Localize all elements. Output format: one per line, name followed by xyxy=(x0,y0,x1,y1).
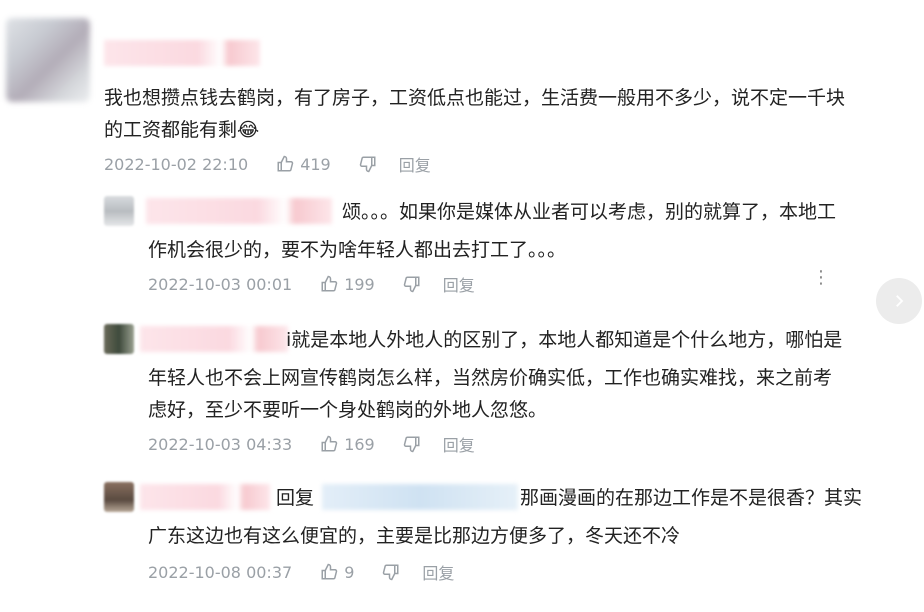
avatar[interactable] xyxy=(104,482,134,512)
thumbs-down-icon xyxy=(383,564,399,581)
comment-time: 2022-10-03 00:01 xyxy=(148,274,293,294)
avatar[interactable] xyxy=(104,324,134,354)
comment-text-line: 颂。。。如果你是媒体从业者可以考虑，别的就算了，本地工 xyxy=(342,201,837,223)
comment-time: 2022-10-02 22:10 xyxy=(104,154,249,174)
reply-target-blurred[interactable] xyxy=(322,484,518,510)
comment-time: 2022-10-08 00:37 xyxy=(148,562,293,582)
comment-meta: 2022-10-03 04:33 169 回复 xyxy=(148,432,475,456)
comment-text-line: 的工资都能有剩😂 xyxy=(104,119,260,141)
username-blurred[interactable] xyxy=(104,40,260,66)
reply-button[interactable]: 回复 xyxy=(443,272,475,296)
like-count: 169 xyxy=(344,434,375,454)
reply-prefix: 回复 xyxy=(276,487,315,509)
comment-meta: 2022-10-02 22:10 419 回复 xyxy=(104,152,431,176)
like-count: 199 xyxy=(344,274,375,294)
dislike-button[interactable] xyxy=(359,155,377,173)
username-blurred[interactable] xyxy=(140,326,288,352)
like-button[interactable]: 419 xyxy=(276,155,331,174)
comment-text-line: 年轻人也不会上网宣传鹤岗怎么样，当然房价确实低，工作也确实难找，来之前考 xyxy=(148,367,833,389)
comment-text-line: 虑好，至少不要听一个身处鹤岗的外地人忽悠。 xyxy=(148,399,548,421)
like-button[interactable]: 199 xyxy=(320,275,375,294)
like-button[interactable]: 169 xyxy=(320,435,375,454)
avatar[interactable] xyxy=(6,18,90,102)
reply-button[interactable]: 回复 xyxy=(399,152,431,176)
chevron-right-icon xyxy=(896,295,904,307)
thumbs-up-icon xyxy=(277,155,294,172)
comment-text-line: 那画漫画的在那边工作是不是很香？其实 xyxy=(520,487,863,509)
comment-meta: 2022-10-08 00:37 9 回复 xyxy=(148,560,454,584)
like-count: 419 xyxy=(300,154,331,174)
reply-button[interactable]: 回复 xyxy=(422,560,454,584)
like-button[interactable]: 9 xyxy=(320,563,354,582)
next-button[interactable] xyxy=(876,278,922,324)
thumbs-up-icon xyxy=(321,435,338,452)
comment-text-line: i就是本地人外地人的区别了，本地人都知道是个什么地方，哪怕是 xyxy=(286,329,843,351)
thumbs-down-icon xyxy=(403,436,420,453)
thumbs-up-icon xyxy=(321,275,338,292)
comment-text-line: 广东这边也有这么便宜的，主要是比那边方便多了，冬天还不冷 xyxy=(148,525,681,547)
dislike-button[interactable] xyxy=(403,435,421,453)
username-blurred[interactable] xyxy=(140,484,270,510)
thumbs-down-icon xyxy=(359,156,376,173)
thumbs-up-icon xyxy=(321,563,338,580)
thumbs-down-icon xyxy=(403,276,420,293)
comment-time: 2022-10-03 04:33 xyxy=(148,434,293,454)
reply-button[interactable]: 回复 xyxy=(443,432,475,456)
comment-text-line: 作机会很少的，要不为啥年轻人都出去打工了。。。 xyxy=(148,239,567,261)
dislike-button[interactable] xyxy=(382,563,400,581)
comment-text-line: 我也想攒点钱去鹤岗，有了房子，工资低点也能过，生活费一般用不多少，说不定一千块 xyxy=(104,87,846,109)
username-blurred[interactable] xyxy=(146,198,332,224)
more-vertical-icon[interactable]: ⋮ xyxy=(812,268,830,288)
avatar[interactable] xyxy=(104,196,134,226)
dislike-button[interactable] xyxy=(403,275,421,293)
comment-meta: 2022-10-03 00:01 199 回复 xyxy=(148,272,475,296)
like-count: 9 xyxy=(344,562,355,582)
